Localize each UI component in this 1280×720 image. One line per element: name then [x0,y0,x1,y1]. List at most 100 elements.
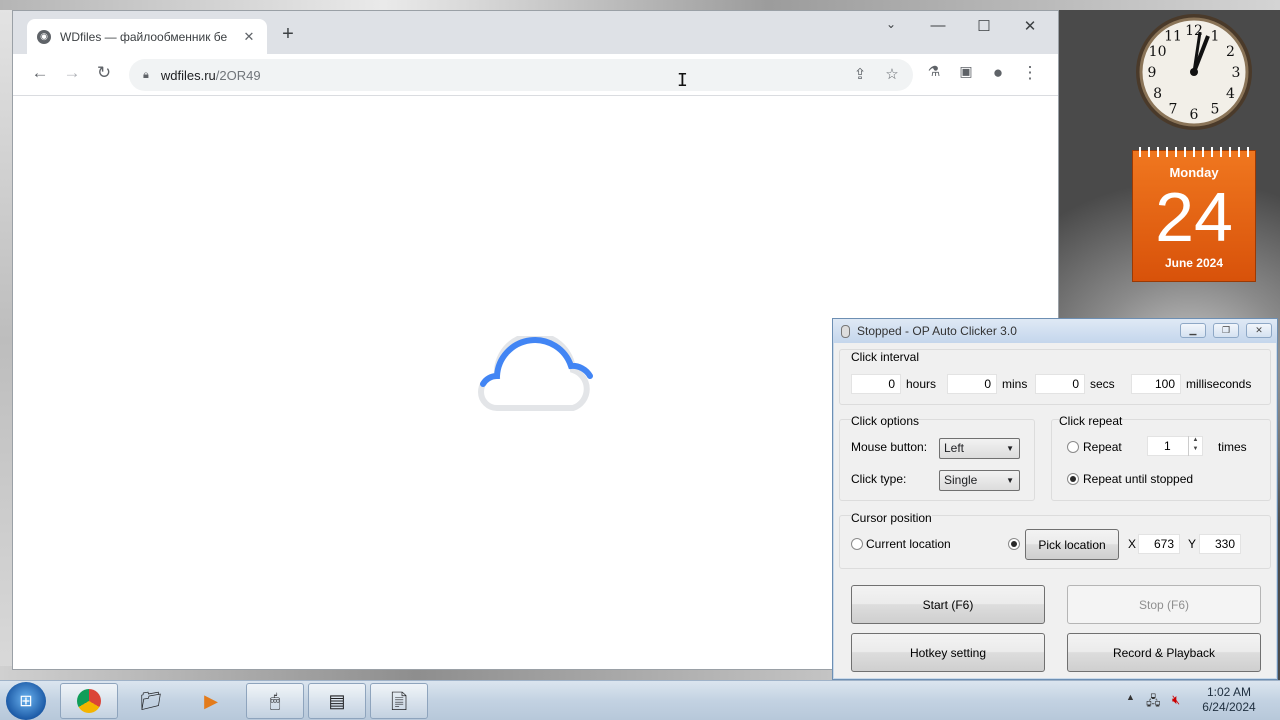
reload-icon[interactable]: ↻ [92,63,116,83]
calendar-gadget: Monday 24 June 2024 [1132,147,1256,282]
auto-clicker-window: Stopped - OP Auto Clicker 3.0 ▁ ❐ ✕ Clic… [832,318,1278,680]
clock-gadget: 12 1234567891011 [1136,14,1252,130]
clock-number: 8 [1153,86,1162,102]
current-location-label: Current location [866,537,951,551]
forward-icon[interactable]: → [60,63,84,83]
calendar-day: 24 [1155,178,1233,256]
current-location-radio[interactable] [851,538,863,550]
volume-muted-icon[interactable]: 🔇︎ [1172,692,1180,708]
clock-number: 4 [1226,86,1235,102]
clock-number: 2 [1226,44,1235,60]
click-type-select[interactable]: Single ▼ [939,470,1020,491]
address-bar[interactable]: 🔒︎ wdfiles.ru/2OR49 I ⇪ ☆ [129,59,913,91]
pick-location-button[interactable]: Pick location [1025,529,1119,560]
clock-number: 6 [1190,107,1199,123]
globe-icon: ◉ [37,29,51,44]
url-path: /2OR49 [215,67,261,83]
mouse-button-value: Left [944,441,965,455]
calendar-rings [1139,147,1249,157]
times-label: times [1218,440,1247,454]
browser-tab[interactable]: ◉ WDfiles — файлообменник бе ✕ [27,19,267,54]
calendar-month-year: June 2024 [1164,256,1224,270]
clock-number: 7 [1169,101,1178,117]
mins-input[interactable]: 0 [947,374,997,394]
url-host: wdfiles.ru [160,67,216,83]
desktop-top-edge [0,0,1280,10]
repeat-radio[interactable] [1067,441,1079,453]
clock-number: 9 [1148,65,1157,81]
click-repeat-group [1051,419,1271,501]
click-interval-label: Click interval [851,350,920,364]
taskbar-time: 1:02 AM [1206,685,1252,699]
secs-input[interactable]: 0 [1035,374,1085,394]
x-coordinate-input[interactable]: 673 [1138,534,1180,554]
browser-toolbar: ← → ↻ 🔒︎ wdfiles.ru/2OR49 I ⇪ ☆ ⚗ ▣ ● ⋮ [13,54,1058,96]
pick-location-radio[interactable] [1008,538,1020,550]
milliseconds-label: milliseconds [1186,377,1252,391]
task-manager-icon[interactable]: ▤ [308,683,366,719]
network-icon[interactable]: 🖧 [1146,692,1161,714]
milliseconds-input[interactable]: 100 [1131,374,1181,394]
start-button[interactable]: Start (F6) [851,585,1045,624]
notepad-icon[interactable]: 📄︎ [370,683,428,719]
mouse-icon[interactable]: 🖱︎ [246,683,304,719]
profile-icon[interactable]: ● [986,63,1010,83]
side-panel-icon[interactable]: ▣ [954,63,978,80]
menu-icon[interactable]: ⋮ [1018,63,1042,83]
click-repeat-label: Click repeat [1059,414,1123,428]
bookmark-star-icon[interactable]: ☆ [881,65,903,83]
mouse-app-icon [841,324,850,338]
window-title: Stopped - OP Auto Clicker 3.0 [857,324,1017,338]
hours-input[interactable]: 0 [851,374,901,394]
back-icon[interactable]: ← [28,63,52,83]
windows-start-button[interactable]: ⊞ [6,682,46,720]
text-cursor-icon: I [677,70,688,91]
chrome-icon[interactable] [60,683,118,719]
clock-number: 5 [1211,101,1220,117]
repeat-until-stopped-label: Repeat until stopped [1083,472,1194,486]
hotkey-setting-button[interactable]: Hotkey setting [851,633,1045,672]
auto-clicker-titlebar: Stopped - OP Auto Clicker 3.0 ▁ ❐ ✕ [833,319,1277,343]
taskbar: ⊞ 📁︎ ▶ 🖱︎ ▤ 📄︎ ▲ 🖧 🔇︎ 1:02 AM 6/24/2024 [0,680,1280,720]
extension-icon[interactable]: ⚗ [922,63,946,80]
clock-number: 1 [1211,29,1220,45]
restore-icon[interactable]: ❐ [1213,323,1239,338]
share-icon[interactable]: ⇪ [849,65,871,83]
clock-number: 10 [1149,44,1167,60]
tab-search-icon[interactable]: ⌄ [876,17,906,31]
mouse-button-label: Mouse button: [851,440,928,454]
stop-button[interactable]: Stop (F6) [1067,585,1261,624]
taskbar-clock[interactable]: 1:02 AM 6/24/2024 [1196,685,1262,715]
record-playback-button[interactable]: Record & Playback [1067,633,1261,672]
click-options-label: Click options [851,414,920,428]
show-hidden-icons-icon[interactable]: ▲ [1126,692,1135,702]
close-icon[interactable]: ✕ [1246,323,1272,338]
close-icon[interactable]: ✕ [1015,17,1045,35]
repeat-label: Repeat [1083,440,1122,454]
mouse-button-select[interactable]: Left ▼ [939,438,1020,459]
y-label: Y [1188,537,1197,551]
media-player-icon[interactable]: ▶ [182,683,240,719]
y-coordinate-input[interactable]: 330 [1199,534,1241,554]
maximize-icon[interactable]: ☐ [969,17,999,35]
dropdown-arrow-icon: ▼ [1006,444,1014,453]
new-tab-button[interactable]: + [277,23,299,46]
loading-cloud-icon [478,336,593,411]
clock-number: 3 [1232,65,1241,81]
x-label: X [1128,537,1137,551]
click-type-value: Single [944,473,978,487]
minimize-icon[interactable]: ▁ [1180,323,1206,338]
hours-label: hours [906,377,937,391]
minimize-icon[interactable]: — [923,17,953,34]
cursor-position-label: Cursor position [851,511,932,525]
repeat-until-stopped-radio[interactable] [1067,473,1079,485]
lock-icon: 🔒︎ [143,68,149,81]
tab-close-icon[interactable]: ✕ [241,29,257,45]
repeat-count-spinner[interactable]: ▲ ▼ [1188,436,1202,456]
clock-number: 11 [1164,29,1182,45]
folder-icon[interactable]: 📁︎ [122,683,180,719]
secs-label: secs [1090,377,1115,391]
mins-label: mins [1002,377,1028,391]
tab-strip: ◉ WDfiles — файлообменник бе ✕ + ⌄ — ☐ ✕ [13,11,1058,54]
taskbar-date: 6/24/2024 [1202,700,1256,714]
